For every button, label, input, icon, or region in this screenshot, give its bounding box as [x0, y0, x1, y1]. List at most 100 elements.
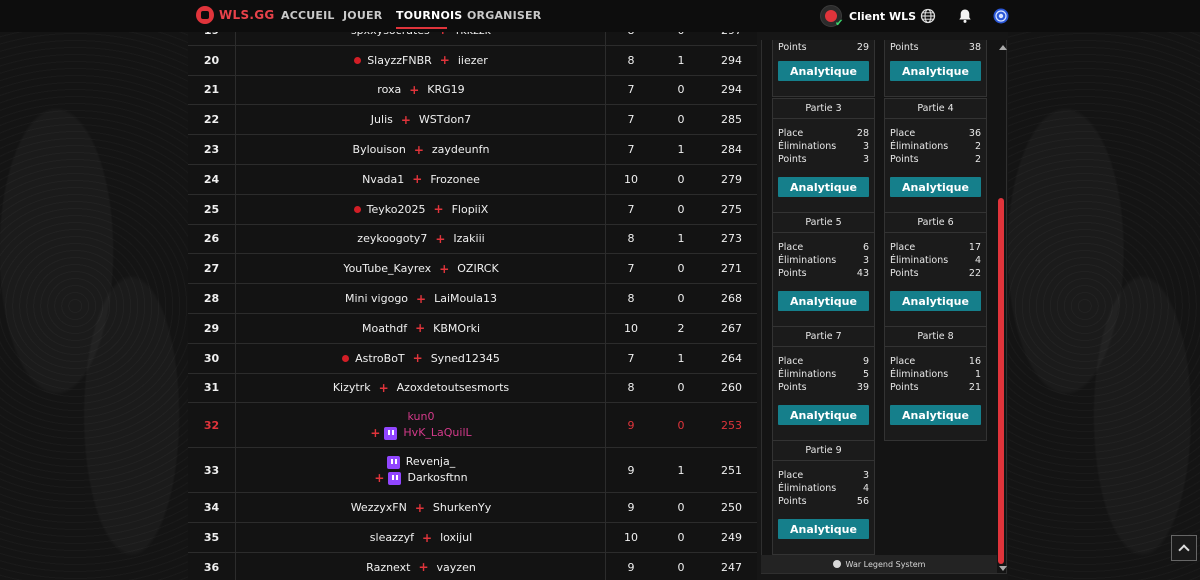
game-card: Partie 7 Place 9 Éliminations 5 Points 39 Analy…	[772, 326, 875, 441]
nav-tournois[interactable]: TOURNOIS	[396, 9, 462, 22]
points-stat: Points 2	[890, 154, 981, 165]
client-account[interactable]: ✔ Client WLS	[820, 5, 916, 29]
team-players: Teyko2025 + FlopiiX	[353, 202, 489, 216]
kills-cell: 9	[627, 463, 635, 477]
site-logo[interactable]: WLS.GG	[196, 6, 275, 24]
points-cell: 264	[721, 351, 742, 365]
nav-accueil[interactable]: ACCUEIL	[281, 9, 335, 22]
analytics-button[interactable]: Analytique	[890, 405, 981, 425]
player-name[interactable]: ShurkenYy	[433, 501, 491, 514]
player-name[interactable]: LaiMoula13	[434, 292, 497, 305]
analytics-button[interactable]: Analytique	[778, 405, 869, 425]
player-name[interactable]: loxijul	[440, 531, 472, 544]
place-stat-value: 36	[968, 128, 981, 139]
player-name[interactable]: Nvada1	[362, 173, 404, 186]
nav-organiser[interactable]: ORGANISER	[467, 9, 541, 22]
player-name[interactable]: roxa	[377, 83, 401, 96]
player-name[interactable]: Kizytrk	[333, 381, 371, 394]
analytics-button[interactable]: Analytique	[890, 177, 981, 197]
player-name[interactable]: kun0	[408, 409, 435, 425]
elims-stat: Éliminations 3	[778, 255, 869, 266]
profile-avatar-icon[interactable]	[993, 8, 1009, 24]
team-players: sleazzyf + loxijul	[370, 531, 472, 545]
player-name[interactable]: FlopiiX	[452, 203, 489, 216]
player-name[interactable]: Julis	[371, 113, 393, 126]
player-name[interactable]: Darkosftnn	[407, 470, 467, 486]
scroll-up-arrow[interactable]	[999, 45, 1007, 50]
analytics-button[interactable]: Analytique	[778, 61, 869, 81]
game-card-title: Partie 8	[885, 327, 986, 347]
player-name[interactable]: vayzen	[437, 561, 476, 574]
place-stat-label: Place	[890, 128, 916, 139]
globe-icon[interactable]	[920, 8, 936, 24]
points-stat-label: Points	[890, 382, 919, 393]
points-stat-value: 2	[974, 154, 981, 165]
twitch-icon[interactable]	[384, 426, 398, 440]
player-name[interactable]: Bylouison	[353, 143, 406, 156]
plus-separator: +	[416, 291, 427, 306]
analytics-button[interactable]: Analytique	[890, 61, 981, 81]
player-name[interactable]: HvK_LaQuilL	[403, 425, 471, 441]
player-name[interactable]: AstroBoT	[355, 352, 405, 365]
elims-cell: 0	[677, 172, 685, 186]
back-to-top-button[interactable]	[1171, 535, 1197, 561]
player-name[interactable]: iiezer	[458, 54, 488, 67]
player-name[interactable]: OZIRCK	[457, 262, 498, 275]
scroll-down-arrow[interactable]	[999, 566, 1007, 571]
player-name[interactable]: zaydeunfn	[432, 143, 490, 156]
twitch-icon[interactable]	[388, 471, 402, 485]
analytics-button[interactable]: Analytique	[778, 519, 869, 539]
elims-stat-value: 3	[862, 255, 869, 266]
analytics-button[interactable]: Analytique	[778, 291, 869, 311]
place-stat: Place 17	[890, 242, 981, 253]
kills-cell: 7	[627, 202, 635, 216]
plus-separator: +	[418, 560, 429, 575]
elims-stat: Éliminations 4	[890, 255, 981, 266]
player-name[interactable]: Syned12345	[431, 352, 500, 365]
team-cell: WezzyxFN + ShurkenYy	[236, 493, 606, 522]
place-stat-label: Place	[778, 128, 804, 139]
wls-logo-icon	[832, 560, 841, 568]
points-cell: 294	[721, 53, 742, 67]
rank-cell: 30	[188, 343, 236, 373]
nav-jouer[interactable]: JOUER	[343, 9, 382, 22]
player-name[interactable]: sleazzyf	[370, 531, 414, 544]
player-name[interactable]: Raznext	[366, 561, 410, 574]
player-name[interactable]: WezzyxFN	[351, 501, 407, 514]
player-name[interactable]: Teyko2025	[367, 203, 426, 216]
player-name[interactable]: zeykoogoty7	[357, 232, 427, 245]
player-name[interactable]: Mini vigogo	[345, 292, 408, 305]
place-stat-label: Place	[890, 242, 916, 253]
place-stat-value: 17	[968, 242, 981, 253]
analytics-button[interactable]: Analytique	[890, 291, 981, 311]
player-name[interactable]: Azoxdetoutsesmorts	[397, 381, 510, 394]
team-players: SlayzzFNBR + iiezer	[354, 53, 488, 67]
elims-cell: 0	[677, 381, 685, 395]
scrollbar-thumb[interactable]	[998, 198, 1004, 564]
player-name[interactable]: Revenja_	[406, 454, 455, 470]
analytics-button[interactable]: Analytique	[778, 177, 869, 197]
points-stat-label: Points	[778, 382, 807, 393]
kills-cell: 7	[627, 351, 635, 365]
player-name[interactable]: Izakiii	[453, 232, 484, 245]
player-name[interactable]: Frozonee	[430, 173, 480, 186]
player-name[interactable]: KRG19	[427, 83, 464, 96]
elims-cell: 1	[677, 232, 685, 246]
bell-icon[interactable]	[957, 8, 973, 24]
games-panel: Points 29 Analytique Points 38 Analytique Part…	[761, 40, 1007, 574]
player-name[interactable]: KBMOrki	[433, 322, 480, 335]
plus-separator: +	[400, 112, 411, 127]
player-name[interactable]: YouTube_Kayrex	[343, 262, 431, 275]
points-cell: 294	[721, 83, 742, 97]
player-name[interactable]: Moathdf	[362, 322, 407, 335]
elims-cell: 0	[677, 113, 685, 127]
place-stat: Place 28	[778, 128, 869, 139]
plus-separator: +	[370, 426, 381, 441]
twitch-icon[interactable]	[386, 455, 400, 469]
player-name[interactable]: SlayzzFNBR	[367, 54, 432, 67]
rank-cell: 36	[188, 552, 236, 580]
team-cell: Kizytrk + Azoxdetoutsesmorts	[236, 374, 606, 403]
table-row: 25 Teyko2025 + FlopiiX 7 0 275	[188, 194, 757, 225]
player-name[interactable]: WSTdon7	[419, 113, 471, 126]
ranking-table: 19spxxysocrates+rkkzzk8029720SlayzzFNBR+…	[188, 16, 757, 580]
